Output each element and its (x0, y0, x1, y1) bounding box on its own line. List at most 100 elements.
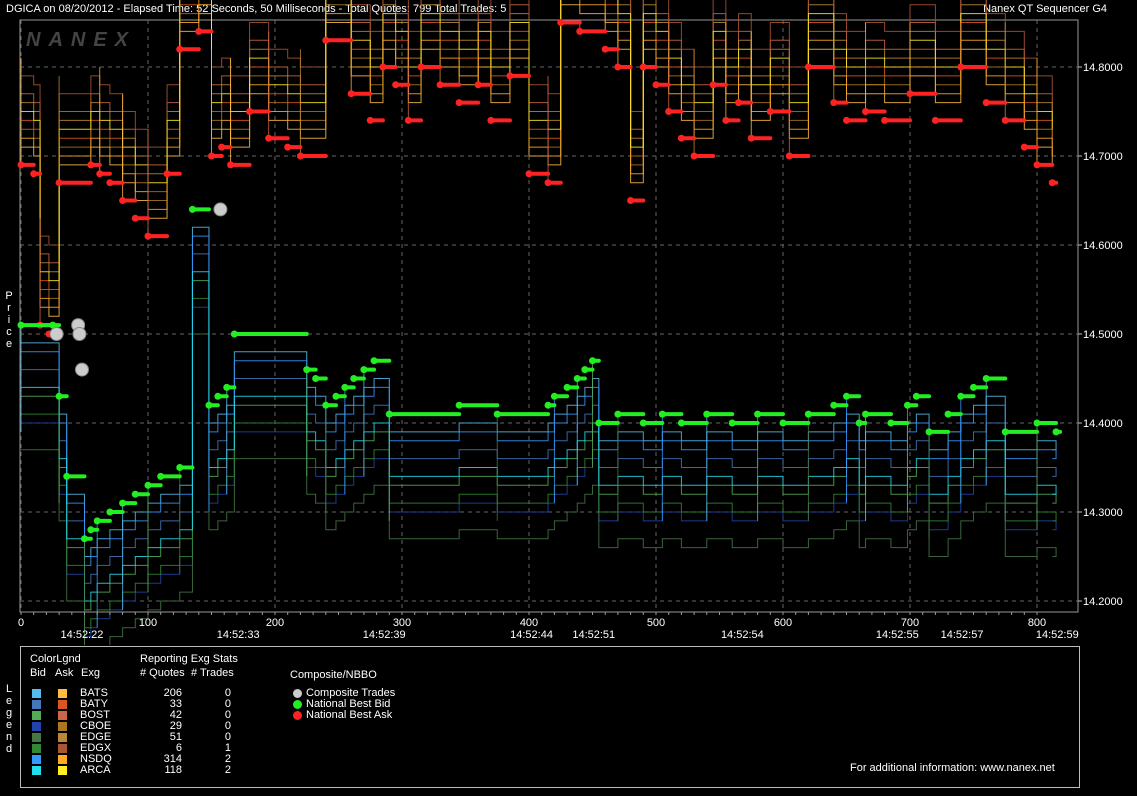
nbbo-point (487, 116, 495, 124)
nbbo-point (862, 410, 870, 418)
nbbo-point (703, 410, 711, 418)
nbbo-point (106, 179, 114, 187)
nbbo-point (1001, 428, 1009, 436)
nbbo-point (677, 134, 685, 142)
nbbo-point (455, 401, 463, 409)
nbbo-point (332, 392, 340, 400)
legend-colorlgnd-header: ColorLgnd (30, 653, 81, 665)
nbbo-point (906, 90, 914, 98)
nbbo-point (296, 152, 304, 160)
x-tick-label: 200 (266, 617, 284, 629)
nbbo-point (379, 63, 387, 71)
legend-composite-header: Composite/NBBO (290, 669, 377, 681)
legend-side-label: Legend (5, 683, 13, 755)
x-time-label: 14:52:51 (572, 629, 615, 641)
nbbo-point (176, 464, 184, 471)
nbbo-point (265, 134, 273, 142)
x-tick-label: 0 (18, 617, 24, 629)
y-axis-side-label: Price (5, 290, 13, 350)
nbbo-point (557, 19, 565, 26)
nbbo-point (370, 357, 378, 365)
plot-area (19, 19, 1079, 613)
legend-dot (293, 689, 302, 698)
nbbo-point (366, 116, 374, 124)
nbbo-point (903, 401, 911, 409)
nbbo-point (246, 108, 254, 115)
nbbo-point (830, 99, 838, 107)
nbbo-point (474, 81, 482, 89)
nbbo-point (455, 99, 463, 107)
nbbo-point (218, 143, 226, 151)
nbbo-point (525, 170, 533, 178)
x-time-label: 14:52:39 (363, 629, 406, 641)
bid-color-swatch (32, 744, 41, 753)
composite-trade-point (49, 327, 64, 341)
nbbo-point (639, 419, 647, 427)
legend-footer-link[interactable]: For additional information: www.nanex.ne… (850, 762, 1055, 774)
nbbo-point (17, 161, 25, 169)
nbbo-point (119, 197, 127, 204)
nbbo-point (754, 410, 762, 418)
nbbo-point (614, 63, 622, 71)
x-time-label: 14:52:57 (941, 629, 984, 641)
nbbo-point (96, 170, 104, 178)
legend-trades-header: # Trades (191, 667, 234, 679)
legend-dot (293, 711, 302, 720)
nbbo-point (350, 375, 358, 382)
x-axis: 0 100 200 300 400 500 600 700 800 14:52:22 14:52:3… (18, 612, 1079, 641)
legend-ask-header: Ask (55, 667, 74, 679)
nbbo-point (385, 410, 393, 418)
nbbo-point (658, 410, 666, 418)
nbbo-point (1048, 179, 1056, 187)
nbbo-point (982, 99, 990, 107)
price-chart: NANEX 14.2000 14.3000 14.4000 14.5000 14.600… (17, 0, 1123, 645)
ask-color-swatch (58, 755, 67, 764)
nbbo-point (735, 99, 743, 107)
nbbo-point (982, 375, 990, 382)
exchange-trades: 2 (224, 764, 231, 776)
nbbo-point (417, 63, 425, 71)
nbbo-point (176, 45, 184, 53)
nbbo-point (1001, 116, 1009, 124)
nbbo-point (157, 472, 165, 480)
nbbo-point (830, 401, 838, 409)
legend-bid-header: Bid (30, 667, 46, 679)
nbbo-point (576, 27, 584, 35)
bid-color-swatch (32, 722, 41, 731)
nbbo-point (322, 401, 330, 409)
exchange-name: ARCA (80, 764, 111, 776)
x-tick-label: 800 (1028, 617, 1046, 629)
ask-color-swatch (58, 733, 67, 742)
ask-color-swatch (58, 744, 67, 753)
y-tick-label: 14.3000 (1083, 507, 1123, 519)
x-time-label: 14:52:22 (61, 629, 104, 641)
nbbo-point (665, 108, 673, 115)
x-tick-label: 700 (901, 617, 919, 629)
nbbo-point (493, 410, 501, 418)
bid-color-swatch (32, 711, 41, 720)
bid-color-swatch (32, 766, 41, 775)
x-tick-label: 100 (139, 617, 157, 629)
nbbo-point (843, 116, 850, 124)
nbbo-point (747, 134, 755, 142)
composite-trade-point (72, 327, 87, 341)
nbbo-point (804, 63, 812, 71)
bid-color-swatch (32, 700, 41, 709)
nbbo-point (347, 90, 355, 98)
nbbo-point (931, 116, 939, 124)
nbbo-point (87, 161, 95, 169)
nbbo-point (766, 108, 774, 115)
nbbo-point (544, 179, 552, 187)
legend-panel: ColorLgnd Bid Ask Exg Reporting Exg Stat… (20, 646, 1080, 788)
nbbo-point (957, 392, 965, 400)
nbbo-point (843, 392, 850, 400)
x-time-label: 14:52:54 (721, 629, 764, 641)
nbbo-point (360, 366, 368, 374)
nbbo-point (601, 45, 609, 53)
x-time-label: 14:52:55 (876, 629, 919, 641)
nbbo-point (573, 375, 581, 382)
ask-color-swatch (58, 711, 67, 720)
nbbo-point (144, 232, 152, 240)
ask-color-swatch (58, 689, 67, 698)
y-tick-label: 14.8000 (1083, 62, 1123, 74)
